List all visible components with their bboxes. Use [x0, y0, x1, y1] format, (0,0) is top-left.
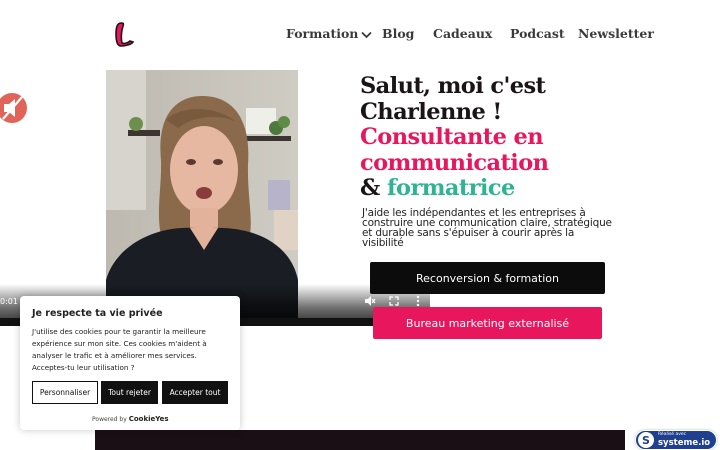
cookie-consent-banner: Je respecte ta vie privée J'utilise des …	[20, 296, 240, 430]
hero-line-5: & formatrice	[360, 175, 548, 202]
powered-by-label: Powered by	[92, 416, 127, 423]
chevron-down-icon	[361, 31, 373, 38]
next-section-band	[95, 430, 625, 450]
nav-item-newsletter[interactable]: Newsletter	[578, 26, 654, 41]
hero-formatrice: formatrice	[386, 175, 515, 201]
nav-item-label: Formation	[286, 26, 359, 41]
hero-line-2: Charlenne !	[360, 98, 502, 125]
more-options-icon[interactable]	[412, 295, 424, 307]
volume-muted-icon[interactable]	[364, 295, 376, 307]
systeme-io-icon: S	[638, 432, 654, 448]
systeme-io-badge[interactable]: S Réalisé avec systeme.io	[635, 430, 717, 450]
fullscreen-icon[interactable]	[388, 295, 400, 307]
nav-item-formation[interactable]: Formation	[286, 26, 373, 41]
cookie-title: Je respecte ta vie privée	[32, 308, 163, 319]
site-logo[interactable]	[112, 20, 136, 50]
nav-item-podcast[interactable]: Podcast	[510, 26, 565, 41]
cookieyes-logo: CookieYes	[128, 415, 169, 423]
nav-item-cadeaux[interactable]: Cadeaux	[433, 26, 492, 41]
hero-line-4: communication	[360, 149, 549, 176]
hero-headline: Salut, moi c'est Charlenne ! Consultante…	[360, 73, 549, 202]
cookie-text: J'utilise des cookies pour te garantir l…	[32, 327, 207, 372]
cookie-accept-button[interactable]: Accepter tout	[162, 381, 228, 404]
badge-made-with: Réalisé avec	[658, 432, 687, 437]
reconversion-formation-button[interactable]: Reconversion & formation	[370, 262, 605, 294]
nav-item-blog[interactable]: Blog	[382, 26, 414, 41]
badge-name: systeme.io	[658, 438, 711, 448]
hero-ampersand: &	[360, 175, 380, 201]
cookie-customize-button[interactable]: Personnaliser	[32, 381, 98, 404]
unmute-video-icon[interactable]	[0, 92, 28, 124]
bureau-marketing-button[interactable]: Bureau marketing externalisé	[373, 307, 602, 339]
hero-line-3: Consultante en	[360, 124, 544, 150]
hero-line-1: Salut, moi c'est	[360, 73, 546, 99]
cookie-powered-by[interactable]: Powered by CookieYes	[92, 415, 169, 423]
cookie-reject-button[interactable]: Tout rejeter	[101, 381, 158, 404]
hero-description: J'aide les indépendantes et les entrepri…	[362, 207, 612, 249]
